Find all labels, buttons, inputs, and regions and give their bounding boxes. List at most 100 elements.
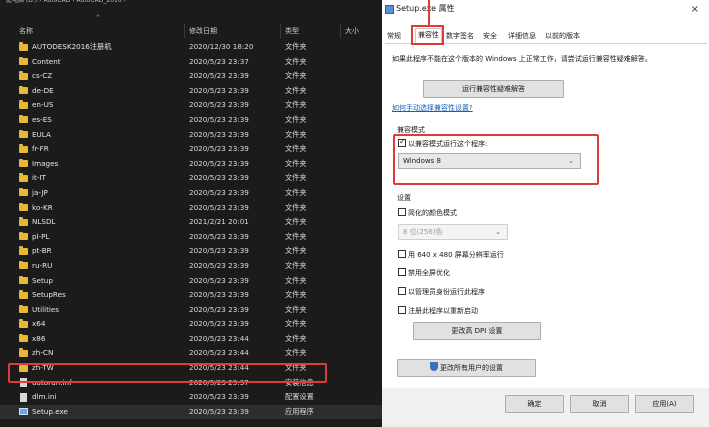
column-divider[interactable] [184, 24, 185, 38]
column-size[interactable]: 大小 [345, 24, 359, 38]
run-as-admin-checkbox[interactable]: 以管理员身份运行此程序 [398, 287, 485, 297]
column-divider[interactable] [340, 24, 341, 38]
list-item[interactable]: dlm.ini 2020/5/23 23:39 配置设置 [0, 390, 382, 405]
folder-icon [19, 144, 28, 153]
column-date[interactable]: 修改日期 [189, 24, 217, 38]
folder-icon [19, 100, 28, 109]
folder-icon [19, 129, 28, 139]
folder-icon [19, 158, 28, 168]
highlight-box-setup-exe [8, 363, 327, 383]
file-date: 2020/5/23 23:39 [189, 290, 249, 300]
res-640-checkbox[interactable]: 用 640 x 480 屏幕分辨率运行 [398, 250, 504, 260]
chevron-down-icon: ⌄ [495, 228, 501, 236]
file-date: 2020/5/23 23:39 [189, 202, 249, 212]
disable-fullscreen-checkbox[interactable]: 禁用全屏优化 [398, 268, 450, 278]
tab-general[interactable]: 常规 [385, 30, 403, 43]
apply-button[interactable]: 应用(A) [635, 395, 694, 413]
file-name: NLSDL [32, 217, 56, 227]
reduced-color-label: 简化的颜色模式 [408, 209, 457, 217]
register-restart-checkbox[interactable]: 注册此程序以重新启动 [398, 306, 478, 316]
highlight-box-compat-tab [411, 25, 444, 45]
list-item[interactable]: en-US 2020/5/23 23:39 文件夹 [0, 98, 382, 113]
folder-icon [19, 202, 28, 212]
file-name: EULA [32, 129, 51, 139]
file-name: Images [32, 158, 59, 168]
reduced-color-checkbox[interactable]: 简化的颜色模式 [398, 208, 457, 218]
close-icon[interactable]: × [691, 4, 699, 15]
list-item[interactable]: Images 2020/5/23 23:39 文件夹 [0, 157, 382, 172]
all-users-settings-button[interactable]: 更改所有用户的设置 [397, 359, 536, 377]
list-item[interactable]: ru-RU 2020/5/23 23:39 文件夹 [0, 259, 382, 274]
list-item[interactable]: pl-PL 2020/5/23 23:39 文件夹 [0, 230, 382, 245]
list-item[interactable]: Content 2020/5/23 23:37 文件夹 [0, 55, 382, 70]
file-name: es-ES [32, 114, 52, 124]
checkbox-icon[interactable] [398, 250, 406, 258]
ok-button[interactable]: 确定 [505, 395, 564, 413]
file-type: 文件夹 [285, 158, 307, 168]
list-item[interactable]: it-IT 2020/5/23 23:39 文件夹 [0, 171, 382, 186]
list-item[interactable]: NLSDL 2021/2/21 20:01 文件夹 [0, 215, 382, 230]
folder-icon [19, 275, 28, 284]
column-divider[interactable] [280, 24, 281, 38]
folder-icon [19, 187, 28, 197]
address-bar[interactable]: 此电脑 (D:) › AutoCAD › AutoCAD_2016 › [0, 0, 382, 10]
column-name[interactable]: 名称 [19, 24, 33, 38]
list-item[interactable]: x86 2020/5/23 23:44 文件夹 [0, 332, 382, 347]
checkbox-icon[interactable] [398, 306, 406, 314]
file-type: 文件夹 [285, 275, 307, 285]
high-dpi-button[interactable]: 更改高 DPI 设置 [413, 322, 541, 340]
list-item[interactable]: Setup.exe 2020/5/23 23:39 应用程序 [0, 404, 382, 420]
list-item[interactable]: ja-JP 2020/5/23 23:39 文件夹 [0, 186, 382, 201]
cancel-button[interactable]: 取消 [570, 395, 629, 413]
dialog-titlebar: Setup.exe 属性 × [382, 0, 709, 20]
list-item[interactable]: cs-CZ 2020/5/23 23:39 文件夹 [0, 69, 382, 84]
file-name: AUTODESK2016注册机 [32, 42, 112, 51]
checkbox-icon[interactable] [398, 268, 406, 276]
file-date: 2020/5/23 23:39 [189, 85, 249, 95]
file-type: 文件夹 [285, 129, 307, 139]
list-item[interactable]: pt-BR 2020/5/23 23:39 文件夹 [0, 244, 382, 259]
list-item[interactable]: Setup 2020/5/23 23:39 文件夹 [0, 274, 382, 289]
file-date: 2020/5/23 23:39 [189, 275, 249, 285]
folder-icon [19, 173, 28, 182]
column-type[interactable]: 类型 [285, 24, 299, 38]
folder-icon [19, 56, 28, 66]
file-date: 2020/5/23 23:39 [189, 100, 249, 110]
file-date: 2020/12/30 18:20 [189, 42, 254, 51]
tab-previous-versions[interactable]: 以前的版本 [543, 30, 582, 43]
folder-icon [19, 348, 28, 357]
list-item[interactable]: zh-CN 2020/5/23 23:44 文件夹 [0, 346, 382, 361]
run-as-admin-label: 以管理员身份运行此程序 [408, 288, 485, 296]
troubleshoot-button[interactable]: 运行兼容性疑难解答 [423, 80, 564, 98]
file-name: x86 [32, 333, 46, 343]
checkbox-icon[interactable] [398, 208, 406, 216]
checkbox-icon[interactable] [398, 287, 406, 295]
tab-details[interactable]: 详细信息 [506, 30, 538, 43]
tab-security[interactable]: 安全 [481, 30, 499, 43]
list-item[interactable]: de-DE 2020/5/23 23:39 文件夹 [0, 84, 382, 99]
file-type: 配置设置 [285, 392, 314, 402]
folder-icon [19, 290, 28, 299]
folder-icon [19, 260, 28, 270]
file-date: 2020/5/23 23:39 [189, 187, 249, 197]
file-type: 文件夹 [285, 260, 307, 270]
file-type: 文件夹 [285, 304, 307, 314]
settings-label: 设置 [397, 194, 411, 202]
list-item[interactable]: Utilities 2020/5/23 23:39 文件夹 [0, 303, 382, 318]
list-item[interactable]: es-ES 2020/5/23 23:39 文件夹 [0, 113, 382, 128]
res-640-label: 用 640 x 480 屏幕分辨率运行 [408, 251, 504, 259]
file-date: 2020/5/23 23:44 [189, 333, 249, 343]
tab-digital-signature[interactable]: 数字签名 [444, 30, 476, 43]
list-item[interactable]: fr-FR 2020/5/23 23:39 文件夹 [0, 142, 382, 157]
list-item[interactable]: ko-KR 2020/5/23 23:39 文件夹 [0, 201, 382, 216]
list-item[interactable]: x64 2020/5/23 23:39 文件夹 [0, 317, 382, 332]
file-name: Setup.exe [32, 406, 68, 416]
file-name: de-DE [32, 85, 54, 95]
list-item[interactable]: EULA 2020/5/23 23:39 文件夹 [0, 128, 382, 143]
file-date: 2020/5/23 23:44 [189, 348, 249, 358]
color-mode-value: 8 位(256)色 [403, 228, 443, 236]
list-item[interactable]: AUTODESK2016注册机 2020/12/30 18:20 文件夹 [0, 40, 382, 55]
manual-settings-link[interactable]: 如何手动选择兼容性设置? [392, 103, 473, 113]
list-item[interactable]: SetupRes 2020/5/23 23:39 文件夹 [0, 288, 382, 303]
file-name: fr-FR [32, 144, 49, 154]
